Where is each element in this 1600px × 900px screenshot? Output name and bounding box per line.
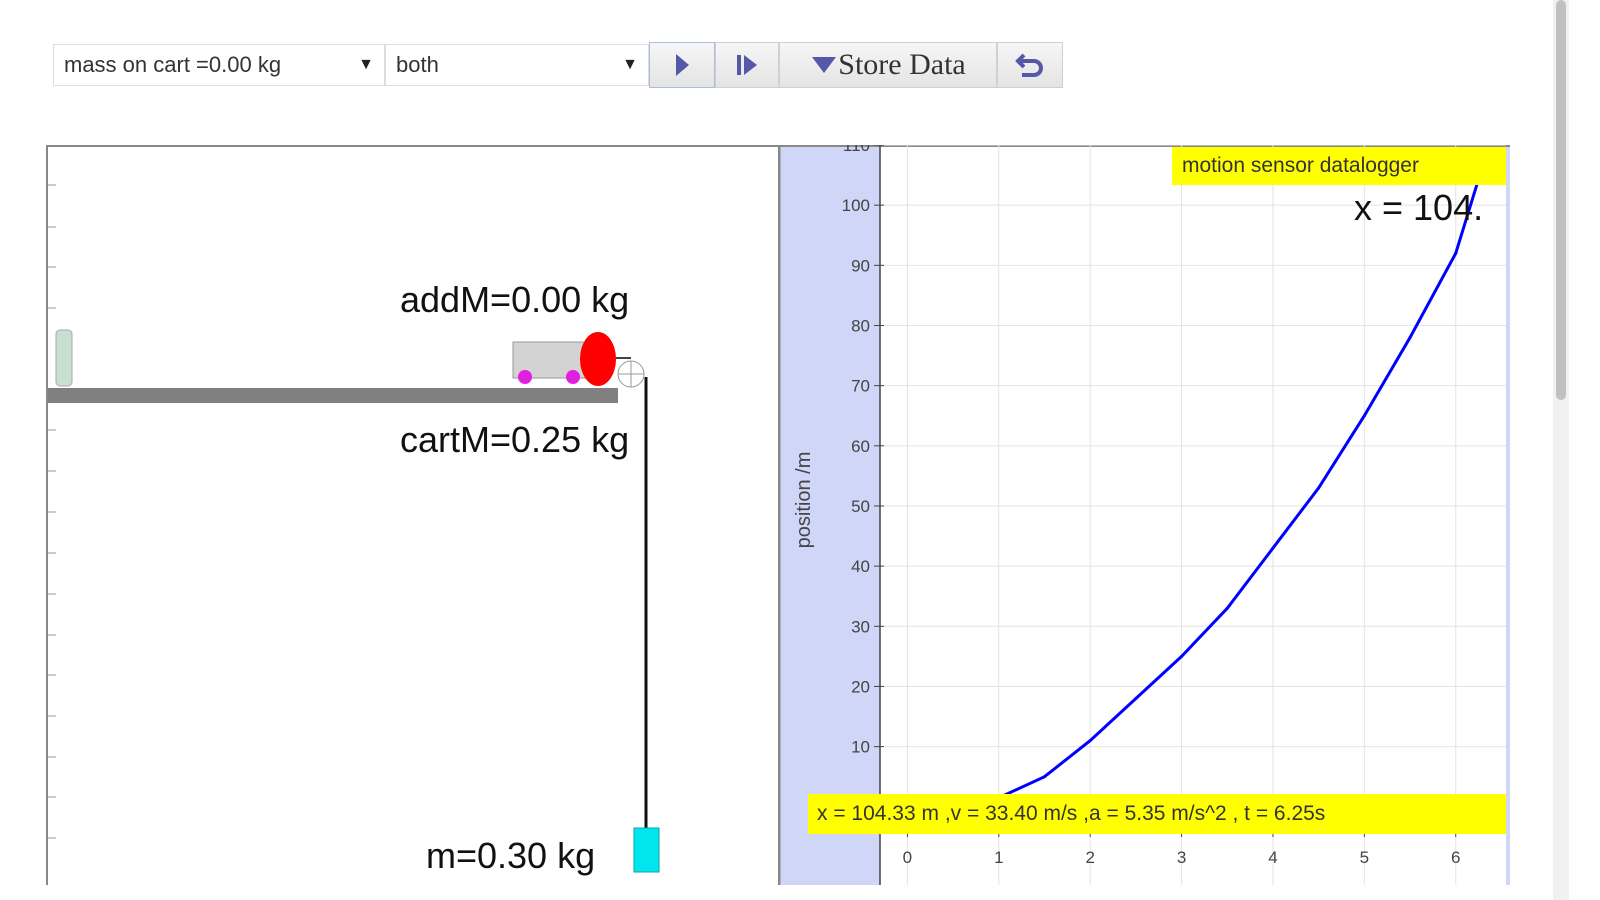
y-tick-label: 100 [842,196,870,215]
plot-area [880,145,1506,885]
y-tick-label: 110 [843,145,870,155]
data-point [1225,606,1229,610]
hanging-mass [633,827,660,873]
x-tick-label: 4 [1268,848,1277,867]
x-tick-label: 6 [1451,848,1460,867]
y-tick-label: 20 [851,677,870,696]
store-data-button[interactable]: Store Data [779,42,997,88]
x-tick-label: 1 [994,848,1003,867]
added-mass [580,332,616,386]
y-tick-label: 40 [851,557,870,576]
data-point [1088,739,1092,743]
data-point [1042,775,1046,779]
add-mass-label: addM=0.00 kg [400,279,630,320]
data-point [1134,696,1138,700]
y-tick-label: 60 [851,437,870,456]
data-point [1180,654,1184,658]
position-time-chart: 01234560102030405060708090100110position… [777,136,1510,885]
cart-wheel [518,370,532,384]
x-tick-label: 5 [1360,848,1369,867]
data-point [1271,546,1275,550]
y-tick-label: 90 [851,256,870,275]
datalogger-graph: 01234560102030405060708090100110position… [777,136,1510,885]
track [48,388,618,403]
step-button[interactable] [715,42,779,88]
chevron-down-icon: ▼ [622,56,638,73]
simulation-drawing [48,184,660,873]
status-readout: x = 104.33 m ,v = 33.40 m/s ,a = 5.35 m/… [808,794,1506,834]
triangle-down-icon [812,57,837,73]
data-point [1408,336,1412,340]
mass-select-value: mass on cart =0.00 kg [64,52,282,77]
scrollbar-thumb[interactable] [1556,0,1566,400]
undo-icon [1015,53,1043,77]
reset-button[interactable] [997,42,1063,88]
play-icon [676,54,689,76]
mass-on-cart-select[interactable]: mass on cart =0.00 kg ▼ [53,44,385,86]
x-tick-label: 0 [903,848,912,867]
data-point [1454,251,1458,255]
chevron-down-icon: ▼ [358,56,374,73]
mode-select-value: both [396,52,439,77]
y-tick-label: 70 [851,377,870,396]
cart-wheel [566,370,580,384]
motion-sensor [55,329,73,387]
live-readout: x = 104. [1354,187,1484,228]
y-tick-label: 30 [851,617,870,636]
datalogger-title: motion sensor datalogger [1172,147,1506,185]
x-tick-label: 2 [1085,848,1094,867]
play-button[interactable] [649,42,715,88]
vertical-scrollbar[interactable] [1553,0,1569,900]
simulation-canvas: addM=0.00 kg cartM=0.25 kg m=0.30 kg [46,145,780,885]
y-tick-label: 80 [851,316,870,335]
step-forward-icon [737,55,757,75]
data-point [1362,414,1366,418]
store-data-label: Store Data [838,48,966,81]
y-tick-label: 50 [851,497,870,516]
x-tick-label: 3 [1177,848,1186,867]
data-point [1317,486,1321,490]
mode-select[interactable]: both ▼ [385,44,649,86]
cart-mass-label: cartM=0.25 kg [400,419,630,460]
y-tick-label: 10 [851,738,870,757]
hanging-mass-label: m=0.30 kg [426,835,596,876]
y-axis-label: position /m [793,452,815,549]
ruler-ticks [48,184,56,839]
toolbar: mass on cart =0.00 kg ▼ both ▼ Store Dat… [53,42,1063,88]
